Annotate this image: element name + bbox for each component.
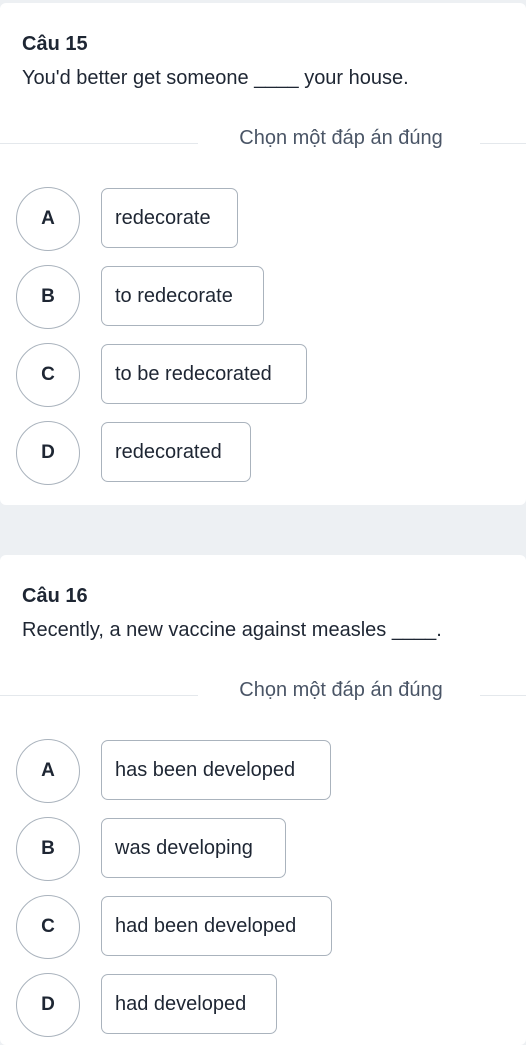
- divider-line: [480, 695, 526, 696]
- instruction-divider: Chọn một đáp án đúng: [0, 679, 526, 702]
- option-answer-button[interactable]: redecorate: [101, 188, 238, 248]
- question-text: Recently, a new vaccine against measles …: [22, 619, 442, 641]
- option-answer-button[interactable]: redecorated: [101, 422, 251, 482]
- option-letter-button[interactable]: A: [16, 187, 80, 251]
- option-letter-button[interactable]: A: [16, 739, 80, 803]
- option-letter-button[interactable]: D: [16, 973, 80, 1037]
- option-answer-button[interactable]: had developed: [101, 974, 277, 1034]
- option-answer-button[interactable]: has been developed: [101, 740, 331, 800]
- option-answer-button[interactable]: was developing: [101, 818, 286, 878]
- question-text: You'd better get someone ____ your house…: [22, 67, 409, 89]
- instruction-label: Chọn một đáp án đúng: [239, 679, 443, 701]
- divider-line: [480, 143, 526, 144]
- option-answer-button[interactable]: had been developed: [101, 896, 332, 956]
- question-title: Câu 15: [22, 33, 88, 55]
- option-letter-button[interactable]: C: [16, 343, 80, 407]
- instruction-label: Chọn một đáp án đúng: [239, 127, 443, 149]
- option-answer-button[interactable]: to redecorate: [101, 266, 264, 326]
- question-card-15: Câu 15 You'd better get someone ____ you…: [0, 3, 526, 505]
- option-letter-button[interactable]: B: [16, 817, 80, 881]
- option-answer-button[interactable]: to be redecorated: [101, 344, 307, 404]
- instruction-divider: Chọn một đáp án đúng: [0, 127, 526, 150]
- question-card-16: Câu 16 Recently, a new vaccine against m…: [0, 555, 526, 1045]
- option-letter-button[interactable]: B: [16, 265, 80, 329]
- option-letter-button[interactable]: C: [16, 895, 80, 959]
- option-letter-button[interactable]: D: [16, 421, 80, 485]
- question-title: Câu 16: [22, 585, 88, 607]
